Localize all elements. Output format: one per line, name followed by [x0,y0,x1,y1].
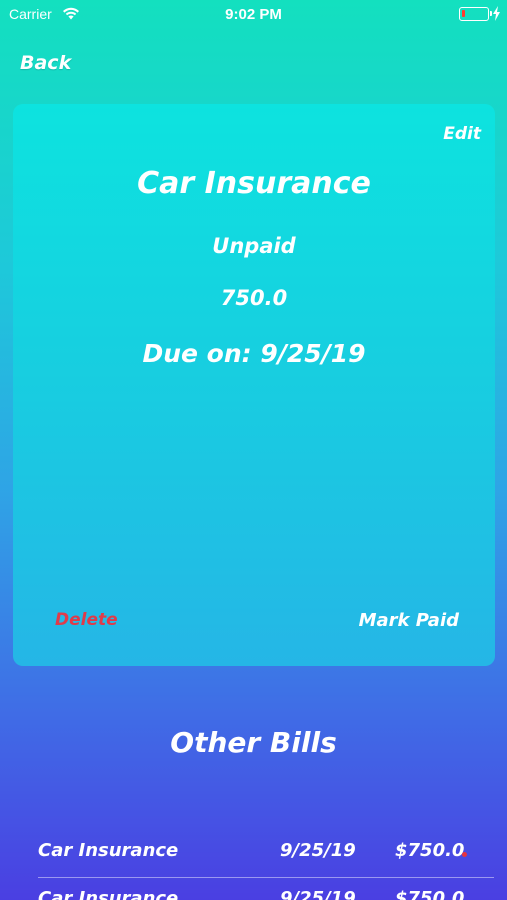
edit-button[interactable]: Edit [443,124,481,144]
bill-row-name: Car Insurance [38,840,179,861]
bill-due-date: Due on: 9/25/19 [142,339,366,368]
bill-row-name: Car Insurance [38,888,179,900]
bill-row-amount: $750.0 [395,840,465,861]
delete-button[interactable]: Delete [55,610,118,630]
status-bar: Carrier 9:02 PM [0,0,507,28]
bill-title: Car Insurance [137,166,371,201]
bill-row-date: 9/25/19 [280,840,356,861]
bill-status: Unpaid [212,234,296,258]
back-button[interactable]: Back [20,52,71,74]
bill-detail-card: Edit Car Insurance Unpaid 750.0 Due on: … [13,104,495,666]
clock: 9:02 PM [225,6,282,23]
bill-row-amount: $750.0 [395,888,465,900]
battery-icon [459,7,492,21]
charging-bolt-icon [493,6,500,21]
other-bills-title: Other Bills [170,726,337,759]
bill-amount: 750.0 [220,286,288,310]
unpaid-dot-icon [462,852,467,857]
bill-row-date: 9/25/19 [280,888,356,900]
row-divider [38,877,494,878]
mark-paid-button[interactable]: Mark Paid [359,610,459,631]
bill-row[interactable]: Car Insurance 9/25/19 $750.0 [38,888,494,900]
